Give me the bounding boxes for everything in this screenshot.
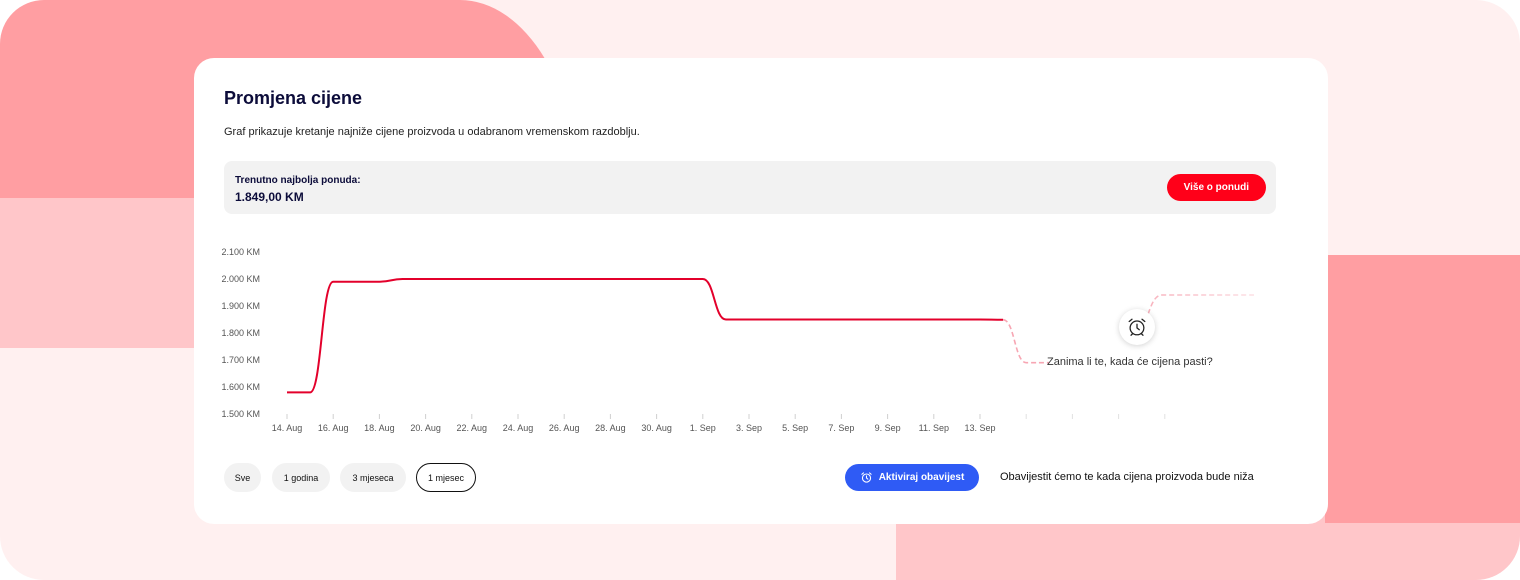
y-tick-label: 1.800 KM bbox=[221, 328, 260, 338]
range-button-1-year[interactable]: 1 godina bbox=[272, 463, 330, 492]
x-tick-label: 5. Sep bbox=[782, 423, 808, 433]
x-tick-label: 22. Aug bbox=[457, 423, 488, 433]
range-button-3-months[interactable]: 3 mjeseca bbox=[340, 463, 406, 492]
price-drop-question: Zanima li te, kada će cijena pasti? bbox=[1047, 356, 1213, 368]
range-button-all[interactable]: Sve bbox=[224, 463, 261, 492]
x-tick-label: 16. Aug bbox=[318, 423, 349, 433]
x-tick-label: 24. Aug bbox=[503, 423, 534, 433]
activate-notification-label: Aktiviraj obavijest bbox=[878, 472, 965, 483]
x-tick-label: 13. Sep bbox=[964, 423, 995, 433]
y-tick-label: 1.500 KM bbox=[221, 409, 260, 419]
activate-notification-button[interactable]: Aktiviraj obavijest bbox=[845, 464, 979, 491]
x-tick-label: 20. Aug bbox=[410, 423, 441, 433]
decor-blob bbox=[1325, 255, 1520, 523]
x-tick-label: 1. Sep bbox=[690, 423, 716, 433]
projection-line bbox=[1002, 318, 1050, 364]
x-tick-label: 7. Sep bbox=[828, 423, 854, 433]
x-tick-label: 11. Sep bbox=[919, 423, 949, 433]
alarm-clock-icon[interactable] bbox=[1119, 309, 1155, 345]
y-tick-label: 1.700 KM bbox=[221, 355, 260, 365]
projection-tail-line bbox=[1138, 294, 1254, 327]
page-background: Promjena cijene Graf prikazuje kretanje … bbox=[0, 0, 1520, 580]
x-tick-label: 14. Aug bbox=[272, 423, 303, 433]
alarm-clock-icon bbox=[861, 472, 872, 483]
alarm-clock-glyph bbox=[1128, 318, 1146, 336]
range-button-1-month[interactable]: 1 mjesec bbox=[416, 463, 476, 492]
y-tick-label: 2.100 KM bbox=[221, 247, 260, 257]
notification-description: Obavijestit ćemo te kada cijena proizvod… bbox=[1000, 471, 1254, 483]
card-title: Promjena cijene bbox=[224, 88, 363, 108]
best-offer-panel: Trenutno najbolja ponuda: 1.849,00 KM Vi… bbox=[224, 161, 1276, 214]
y-tick-label: 1.600 KM bbox=[221, 382, 260, 392]
x-tick-label: 26. Aug bbox=[549, 423, 580, 433]
x-tick-label: 28. Aug bbox=[595, 423, 626, 433]
y-tick-label: 1.900 KM bbox=[221, 301, 260, 311]
best-offer-price: 1.849,00 KM bbox=[235, 190, 304, 204]
price-series-line bbox=[287, 278, 1004, 394]
best-offer-label: Trenutno najbolja ponuda: bbox=[235, 175, 361, 186]
x-tick-label: 9. Sep bbox=[875, 423, 901, 433]
x-tick-label: 18. Aug bbox=[364, 423, 395, 433]
y-tick-label: 2.000 KM bbox=[221, 274, 260, 284]
price-history-card: Promjena cijene Graf prikazuje kretanje … bbox=[194, 58, 1328, 524]
x-tick-label: 30. Aug bbox=[641, 423, 672, 433]
offer-details-button[interactable]: Više o ponudi bbox=[1166, 174, 1266, 201]
card-subtitle: Graf prikazuje kretanje najniže cijene p… bbox=[224, 126, 640, 138]
x-tick-label: 3. Sep bbox=[736, 423, 762, 433]
